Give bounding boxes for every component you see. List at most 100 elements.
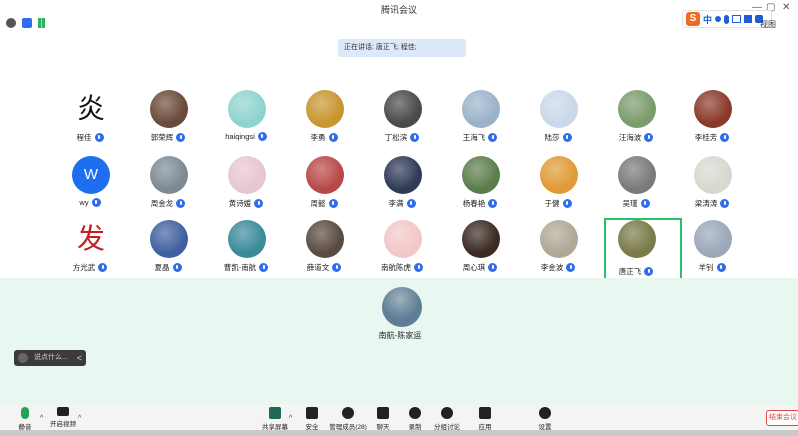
participant-name: 王海飞 <box>462 133 486 142</box>
participant-tile[interactable]: 吴瑾 <box>596 156 676 216</box>
ime-lang[interactable]: 中 <box>703 13 712 26</box>
participant-avatar <box>150 90 188 128</box>
participant-name: 杨春艳 <box>462 199 486 208</box>
chat-input[interactable]: 说点什么... < <box>14 350 86 366</box>
info-icon[interactable] <box>6 18 16 28</box>
participant-name: 周心琪 <box>462 263 486 272</box>
participant-avatar: 发 <box>76 222 105 255</box>
manage-members-button[interactable]: 管理成员(28) <box>328 407 368 431</box>
punct-icon[interactable] <box>715 16 722 22</box>
participant-tile[interactable]: Wwy <box>50 156 130 216</box>
mic-status-icon <box>720 199 730 208</box>
participant-tile[interactable]: 黄诗媛 <box>206 156 286 216</box>
participant-tile[interactable]: 李勇 <box>284 90 364 150</box>
participant-tile[interactable]: 丁松滨 <box>362 90 442 150</box>
mic-status-icon <box>94 133 104 142</box>
participant-tile[interactable]: haiqingsi <box>206 90 286 150</box>
participant-name: 吴瑾 <box>622 199 638 208</box>
share-screen-button[interactable]: 共享屏幕 <box>260 407 290 431</box>
participant-avatar <box>150 220 188 258</box>
share-options-caret-icon[interactable]: ^ <box>289 415 292 422</box>
participant-name-row: 吴瑾 <box>596 198 676 209</box>
participant-tile[interactable]: 周懿 <box>284 156 364 216</box>
participant-tile[interactable]: 郭荣辉 <box>128 90 208 150</box>
title-bar: 腾讯会议 — ▢ ✕ <box>0 0 798 18</box>
end-meeting-button[interactable]: 结束会议 <box>766 410 798 426</box>
participant-name-row: 方光武 <box>50 262 130 273</box>
collapse-chevron-icon[interactable]: < <box>77 350 82 366</box>
skin-icon[interactable] <box>744 15 753 23</box>
camera-off-icon <box>57 407 69 416</box>
members-icon <box>342 407 354 419</box>
participant-name-row: 程佳 <box>50 132 130 143</box>
apps-button[interactable]: 应用 <box>470 407 500 431</box>
participant-tile[interactable]: 陆莎 <box>518 90 598 150</box>
participant-tile[interactable]: 周心琪 <box>440 220 520 280</box>
self-avatar <box>382 287 422 327</box>
mute-options-caret-icon[interactable]: ^ <box>40 415 43 422</box>
ime-toolbar[interactable]: S 中 <box>682 10 772 28</box>
mic-status-icon <box>259 263 269 272</box>
mic-status-icon <box>566 263 576 272</box>
participant-tile[interactable]: 炎程佳 <box>50 90 130 150</box>
participant-name-row: 李金波 <box>518 262 598 273</box>
participant-name-row: 杨春艳 <box>440 198 520 209</box>
participant-tile[interactable]: 羊钊 <box>672 220 752 280</box>
shield-icon[interactable] <box>22 18 32 28</box>
security-button[interactable]: 安全 <box>297 407 327 431</box>
participant-tile[interactable]: 薛道文 <box>284 220 364 280</box>
participant-tile[interactable]: 发方光武 <box>50 220 130 280</box>
signal-icon[interactable] <box>38 18 48 28</box>
chat-button[interactable]: 聊天 <box>368 407 398 431</box>
participant-avatar <box>462 220 500 258</box>
participant-avatar <box>384 156 422 194</box>
participant-tile[interactable]: 周金龙 <box>128 156 208 216</box>
participant-name-row: 梁涛涛 <box>672 198 752 209</box>
participant-tile[interactable]: 于健 <box>518 156 598 216</box>
participant-tile[interactable]: 杨春艳 <box>440 156 520 216</box>
participant-name-row: 于健 <box>518 198 598 209</box>
keyboard-icon[interactable] <box>732 15 742 23</box>
video-label: 开启视频 <box>50 421 76 428</box>
mic-status-icon <box>406 199 416 208</box>
video-button[interactable]: 开启视频 <box>48 407 78 428</box>
record-button[interactable]: 录制 <box>400 407 430 431</box>
emoji-icon[interactable] <box>18 353 28 363</box>
voice-icon[interactable] <box>724 14 730 24</box>
close-icon[interactable]: ✕ <box>782 2 790 14</box>
mic-status-icon <box>176 199 186 208</box>
mic-status-icon <box>716 263 726 272</box>
participant-tile[interactable]: 李桂芳 <box>672 90 752 150</box>
participant-tile[interactable]: 梁涛涛 <box>672 156 752 216</box>
participant-name-row: 丁松滨 <box>362 132 442 143</box>
participant-tile[interactable]: 汪海波 <box>596 90 676 150</box>
breakout-button[interactable]: 分组讨论 <box>432 407 462 431</box>
participant-name-row: 王海飞 <box>440 132 520 143</box>
mic-status-icon <box>488 199 498 208</box>
participant-avatar <box>618 156 656 194</box>
participant-tile[interactable]: 王海飞 <box>440 90 520 150</box>
view-toggle[interactable]: 视图 <box>760 19 776 30</box>
participant-name-row: 陆莎 <box>518 132 598 143</box>
participant-name: 陆莎 <box>544 133 560 142</box>
mic-status-icon <box>98 263 108 272</box>
participant-name-row: 黄诗媛 <box>206 198 286 209</box>
security-shield-icon <box>306 407 318 419</box>
participant-tile[interactable]: 夏晶 <box>128 220 208 280</box>
participant-avatar <box>694 156 732 194</box>
mic-status-icon <box>328 133 338 142</box>
mute-button[interactable]: 静音 <box>10 407 40 431</box>
participant-name-row: 李满 <box>362 198 442 209</box>
participant-tile[interactable]: 李满 <box>362 156 442 216</box>
participant-tile[interactable]: 曹凯-南航 <box>206 220 286 280</box>
participant-tile[interactable]: 南航陈虎 <box>362 220 442 280</box>
participant-name-row: 曹凯-南航 <box>206 262 286 273</box>
participant-name-row: 周金龙 <box>128 198 208 209</box>
participant-name: 梁涛涛 <box>694 199 718 208</box>
participant-name: 丁松滨 <box>384 133 408 142</box>
video-options-caret-icon[interactable]: ^ <box>78 415 81 422</box>
participant-name: 黄诗媛 <box>228 199 252 208</box>
settings-button[interactable]: 设置 <box>530 407 560 431</box>
participant-tile[interactable]: 李金波 <box>518 220 598 280</box>
participant-avatar <box>618 90 656 128</box>
